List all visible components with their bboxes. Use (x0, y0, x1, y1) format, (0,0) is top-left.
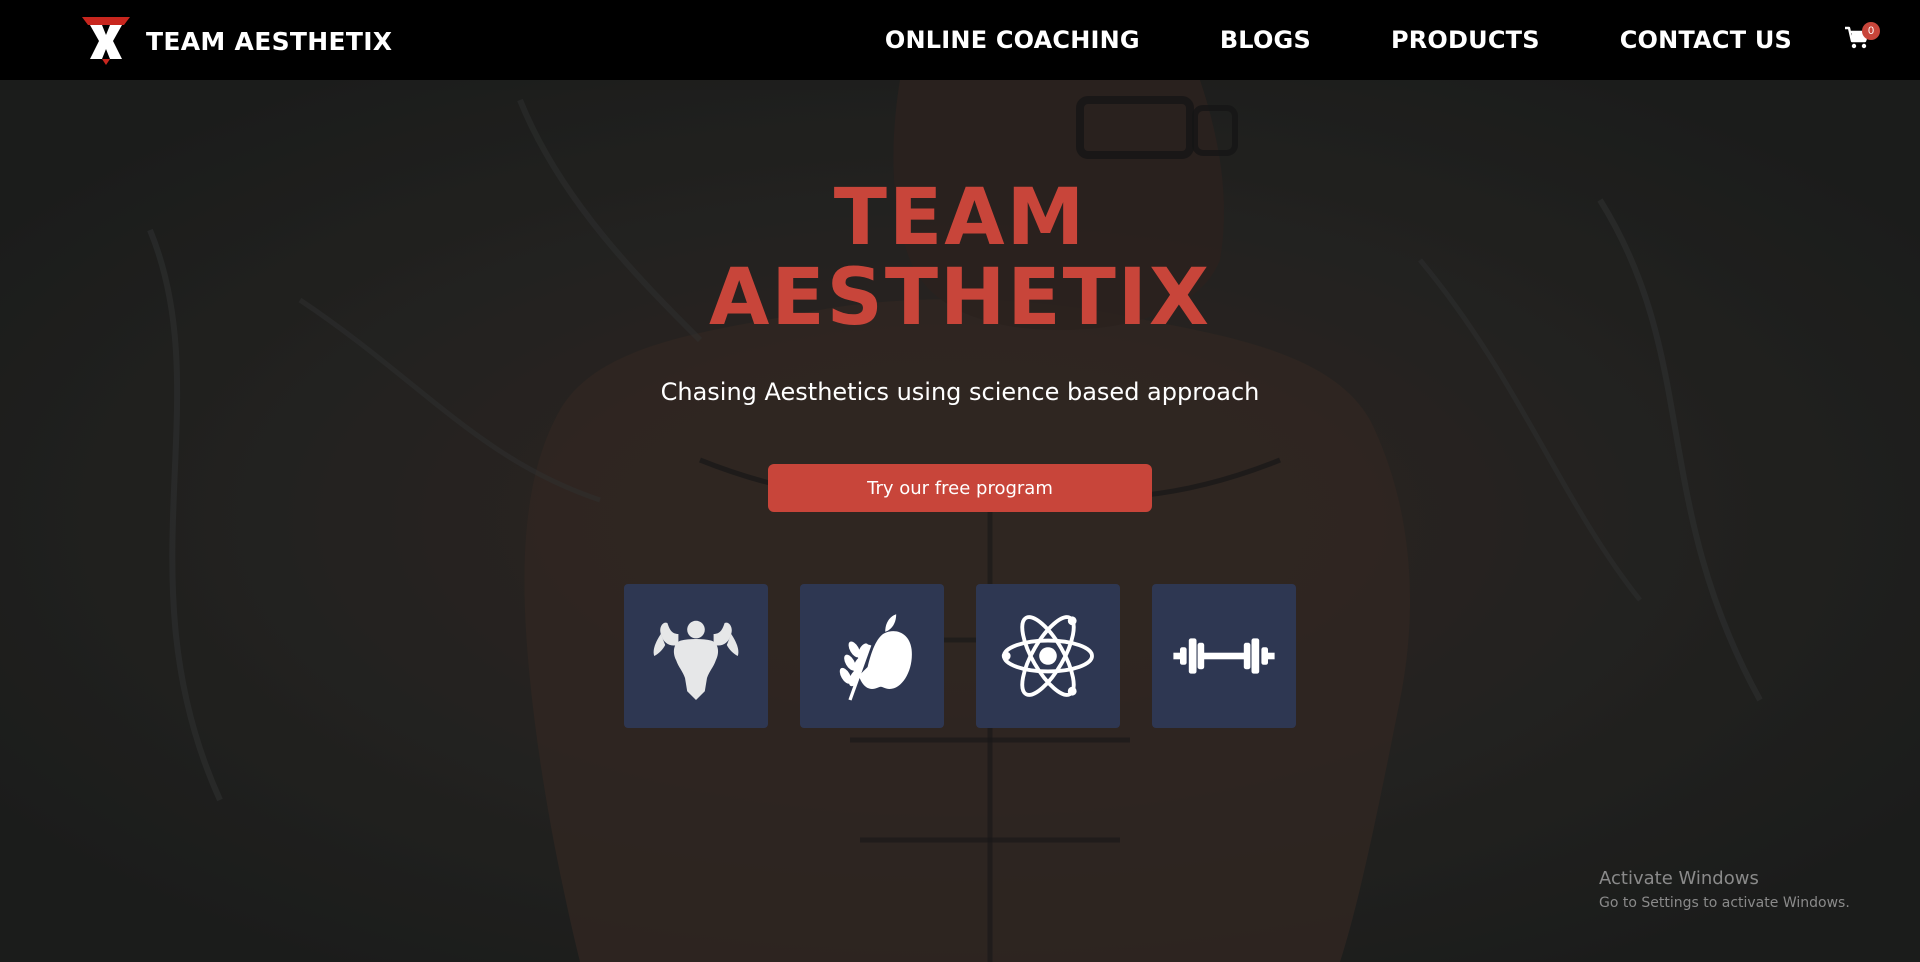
cart-count-badge: 0 (1862, 22, 1880, 40)
nav-links: ONLINE COACHING BLOGS PRODUCTS CONTACT U… (885, 0, 1792, 80)
barbell-icon (1173, 638, 1275, 674)
hero-title: TEAM AESTHETIX (0, 178, 1920, 338)
nav-link-products[interactable]: PRODUCTS (1391, 26, 1540, 54)
brand-name: TEAM AESTHETIX (146, 26, 393, 56)
feature-tile-nutrition[interactable] (800, 584, 944, 728)
brand-home-link[interactable]: TEAM AESTHETIX (80, 16, 392, 66)
nav-link-contact-us[interactable]: CONTACT US (1620, 26, 1792, 54)
top-navbar: TEAM AESTHETIX ONLINE COACHING BLOGS PRO… (0, 0, 1920, 80)
cart-button[interactable]: 0 (1844, 22, 1880, 54)
hero-title-line-1: TEAM (833, 173, 1087, 263)
try-free-program-button[interactable]: Try our free program (768, 464, 1152, 512)
feature-tile-training[interactable] (1152, 584, 1296, 728)
feature-tiles (624, 584, 1296, 728)
windows-activation-watermark: Activate Windows Go to Settings to activ… (1599, 868, 1850, 911)
team-aesthetix-logo-icon (82, 17, 130, 65)
feature-tile-physique[interactable] (624, 584, 768, 728)
watermark-title: Activate Windows (1599, 868, 1759, 889)
watermark-subtitle: Go to Settings to activate Windows. (1599, 895, 1850, 911)
nav-link-blogs[interactable]: BLOGS (1220, 26, 1311, 54)
bodybuilder-icon (653, 620, 739, 700)
atom-icon (1001, 615, 1094, 697)
hero-section: TEAM AESTHETIX Chasing Aesthetics using … (0, 80, 1920, 962)
hero-title-line-2: AESTHETIX (709, 253, 1211, 343)
apple-wheat-icon (839, 614, 912, 701)
feature-tile-science[interactable] (976, 584, 1120, 728)
hero-subtitle: Chasing Aesthetics using science based a… (660, 378, 1260, 406)
nav-link-online-coaching[interactable]: ONLINE COACHING (885, 26, 1140, 54)
